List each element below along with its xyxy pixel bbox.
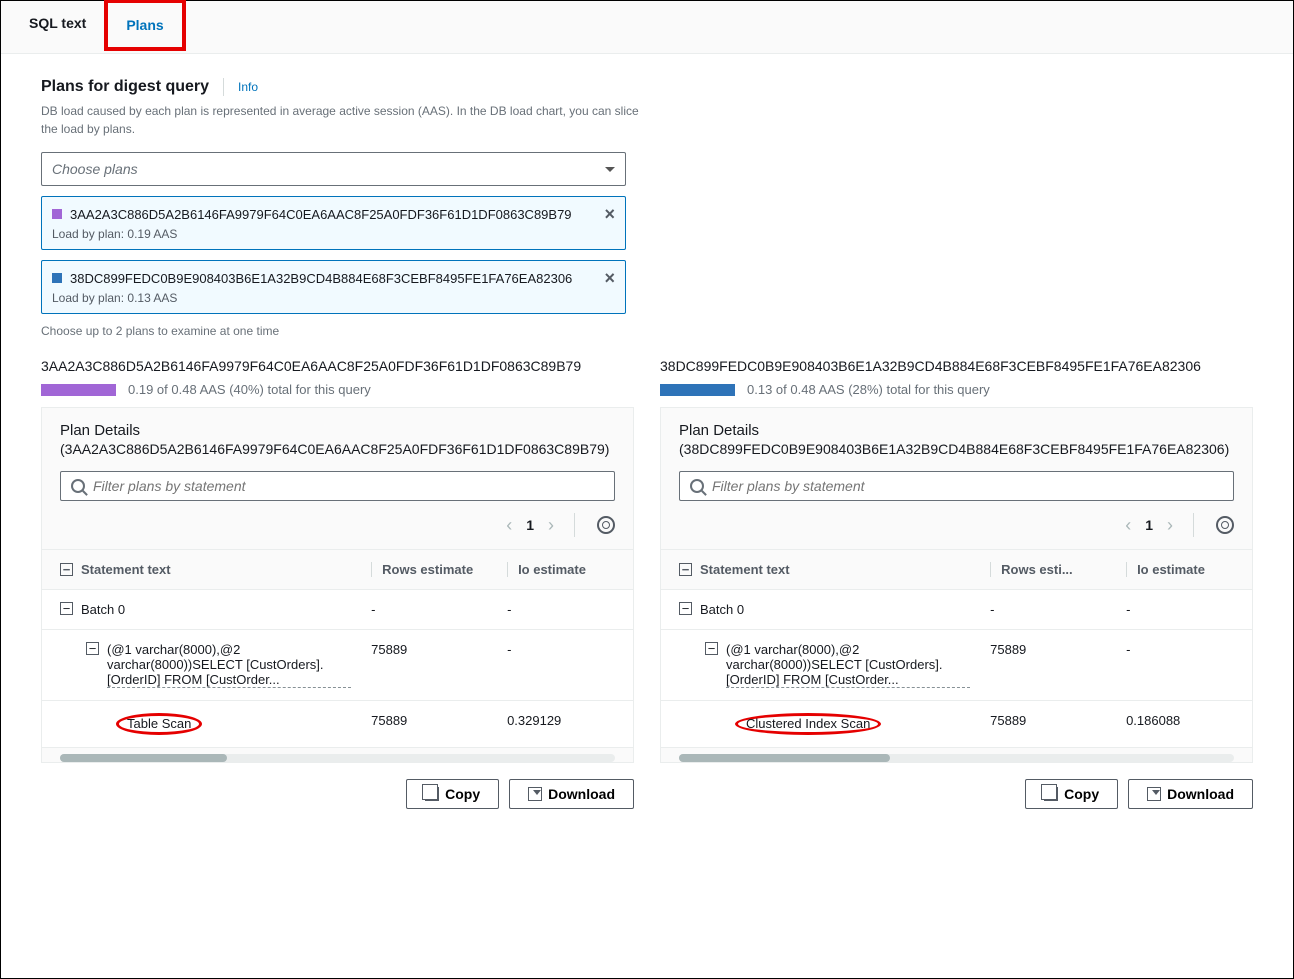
plan-chip-load: Load by plan: 0.13 AAS [52,291,615,305]
col-rows-estimate: Rows esti... [990,562,1073,577]
table-row: −Batch 0 - - [42,590,633,630]
section-title: Plans for digest query [41,78,209,96]
io-estimate-value: 0.186088 [1116,701,1252,748]
next-page-button[interactable]: › [1167,515,1173,536]
io-estimate-value: - [497,630,633,701]
filter-input-wrapper[interactable] [60,471,615,501]
collapse-icon[interactable]: − [60,602,73,615]
io-estimate-value: - [1116,590,1252,630]
plan-hash: 38DC899FEDC0B9E908403B6E1A32B9CD4B884E68… [660,358,1253,374]
col-statement-text: Statement text [81,562,171,577]
page-number: 1 [526,517,534,533]
plan-chip: 3AA2A3C886D5A2B6146FA9979F64C0EA6AAC8F25… [41,196,626,250]
rows-estimate-value: 75889 [980,630,1116,701]
copy-button[interactable]: Copy [1025,779,1118,809]
plan-load-bar [660,384,735,396]
download-icon [1147,787,1161,801]
panel-title: Plan Details [679,422,1234,439]
plan-hash: 3AA2A3C886D5A2B6146FA9979F64C0EA6AAC8F25… [41,358,634,374]
col-statement-text: Statement text [700,562,790,577]
download-button[interactable]: Download [509,779,634,809]
collapse-icon[interactable]: − [679,602,692,615]
section-description: DB load caused by each plan is represent… [41,102,641,138]
plan-color-swatch [52,209,62,219]
plan-chip-hash: 38DC899FEDC0B9E908403B6E1A32B9CD4B884E68… [70,271,596,286]
collapse-icon[interactable]: − [705,642,718,655]
caret-down-icon [605,167,615,172]
copy-icon [425,787,439,801]
remove-chip-button[interactable]: × [604,269,615,287]
col-io-estimate: Io estimate [507,562,586,577]
copy-button[interactable]: Copy [406,779,499,809]
statement-text[interactable]: Table Scan [116,713,202,735]
tab-bar: SQL text Plans [1,1,1293,54]
panel-subtitle: (38DC899FEDC0B9E908403B6E1A32B9CD4B884E6… [679,441,1234,457]
horizontal-scrollbar[interactable] [679,754,1234,762]
horizontal-scrollbar[interactable] [60,754,615,762]
io-estimate-value: - [1116,630,1252,701]
filter-plans-input[interactable] [93,478,604,494]
filter-input-wrapper[interactable] [679,471,1234,501]
panel-subtitle: (3AA2A3C886D5A2B6146FA9979F64C0EA6AAC8F2… [60,441,615,457]
statement-text[interactable]: Clustered Index Scan [735,713,881,735]
tab-plans[interactable]: Plans [108,3,181,47]
table-row: −Batch 0 - - [661,590,1252,630]
rows-estimate-value: 75889 [980,701,1116,748]
panel-title: Plan Details [60,422,615,439]
prev-page-button[interactable]: ‹ [506,515,512,536]
statement-text[interactable]: (@1 varchar(8000),@2 varchar(8000))SELEC… [107,642,351,688]
choose-plans-dropdown[interactable]: Choose plans [41,152,626,186]
plan-chip-load: Load by plan: 0.19 AAS [52,227,615,241]
prev-page-button[interactable]: ‹ [1125,515,1131,536]
rows-estimate-value: 75889 [361,701,497,748]
rows-estimate-value: - [361,590,497,630]
plan-table: −Statement text Rows esti... Io estimate… [661,549,1252,748]
plan-color-swatch [52,273,62,283]
table-row: −(@1 varchar(8000),@2 varchar(8000))SELE… [42,630,633,701]
tab-sql-text[interactable]: SQL text [11,1,104,53]
info-link[interactable]: Info [238,80,258,94]
table-row: −(@1 varchar(8000),@2 varchar(8000))SELE… [661,630,1252,701]
plan-summary-text: 0.13 of 0.48 AAS (28%) total for this qu… [747,382,990,397]
statement-text[interactable]: (@1 varchar(8000),@2 varchar(8000))SELEC… [726,642,970,688]
search-icon [71,479,85,493]
download-button[interactable]: Download [1128,779,1253,809]
plan-summary-text: 0.19 of 0.48 AAS (40%) total for this qu… [128,382,371,397]
plan-chip: 38DC899FEDC0B9E908403B6E1A32B9CD4B884E68… [41,260,626,314]
plan-details-panel: Plan Details (38DC899FEDC0B9E908403B6E1A… [660,407,1253,763]
filter-plans-input[interactable] [712,478,1223,494]
statement-text: Batch 0 [700,602,744,617]
io-estimate-value: - [497,590,633,630]
settings-icon[interactable] [597,516,615,534]
divider [574,513,575,537]
table-row: Clustered Index Scan 75889 0.186088 [661,701,1252,748]
plan-load-bar [41,384,116,396]
download-icon [528,787,542,801]
plan-column: 38DC899FEDC0B9E908403B6E1A32B9CD4B884E68… [660,358,1253,809]
statement-text: Batch 0 [81,602,125,617]
plan-column: 3AA2A3C886D5A2B6146FA9979F64C0EA6AAC8F25… [41,358,634,809]
plan-details-panel: Plan Details (3AA2A3C886D5A2B6146FA9979F… [41,407,634,763]
settings-icon[interactable] [1216,516,1234,534]
remove-chip-button[interactable]: × [604,205,615,223]
dropdown-placeholder: Choose plans [52,161,138,177]
rows-estimate-value: 75889 [361,630,497,701]
collapse-all-icon[interactable]: − [679,563,692,576]
next-page-button[interactable]: › [548,515,554,536]
collapse-icon[interactable]: − [86,642,99,655]
io-estimate-value: 0.329129 [497,701,633,748]
collapse-all-icon[interactable]: − [60,563,73,576]
helper-text: Choose up to 2 plans to examine at one t… [41,324,1253,338]
divider [223,78,224,96]
rows-estimate-value: - [980,590,1116,630]
copy-icon [1044,787,1058,801]
plan-chip-hash: 3AA2A3C886D5A2B6146FA9979F64C0EA6AAC8F25… [70,207,596,222]
plan-table: −Statement text Rows estimate Io estimat… [42,549,633,748]
search-icon [690,479,704,493]
col-io-estimate: Io estimate [1126,562,1205,577]
table-row: Table Scan 75889 0.329129 [42,701,633,748]
page-number: 1 [1145,517,1153,533]
col-rows-estimate: Rows estimate [371,562,473,577]
divider [1193,513,1194,537]
